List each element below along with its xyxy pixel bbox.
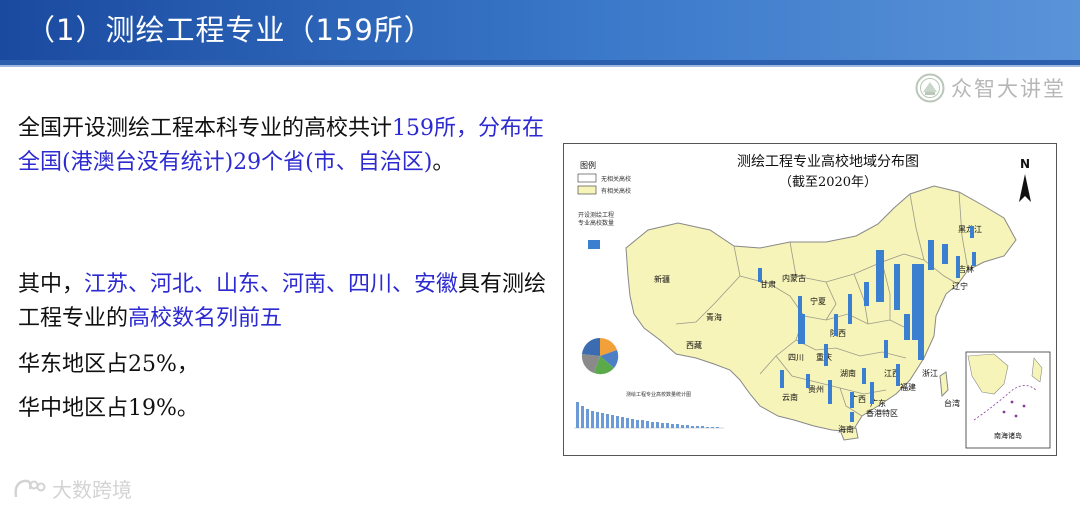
province-label: 台湾	[944, 398, 960, 408]
map-bar	[894, 264, 900, 310]
map-bar	[828, 380, 832, 404]
map-bar	[824, 344, 828, 366]
map-bar	[972, 252, 976, 266]
legend-bar-swatch	[588, 240, 600, 249]
brand-logo: 众智大讲堂	[915, 70, 1066, 106]
summary-paragraph: 全国开设测绘工程本科专业的高校共计159所，分布在全国(港澳台没有统计)29个省…	[18, 112, 548, 180]
watermark-logo-icon	[14, 479, 46, 497]
map-bar	[912, 264, 924, 340]
map-bar	[798, 314, 805, 344]
province-label: 海南	[838, 424, 854, 434]
map-bar	[850, 392, 854, 408]
map-bar	[942, 244, 948, 264]
legend-bar-label-1: 开设测绘工程	[578, 211, 614, 219]
map-bar	[798, 296, 802, 316]
watermark: 大数跨境	[12, 474, 132, 503]
central-china-share: 华中地区占19%。	[18, 396, 199, 421]
map-bar	[970, 226, 974, 238]
map-bar	[876, 250, 884, 302]
province-label: 吉林	[958, 264, 974, 274]
legend-title: 图例	[580, 160, 596, 170]
province-label: 新疆	[654, 274, 670, 284]
small-pie-chart	[581, 337, 619, 375]
page-title: （1）测绘工程专业（159所）	[26, 13, 434, 47]
map-bar	[870, 382, 874, 404]
province-label: 香港特区	[866, 408, 898, 418]
summary-count: 159	[392, 116, 435, 141]
title-bar: （1）测绘工程专业（159所）	[0, 0, 1080, 60]
inset-label: 南海诸岛	[994, 431, 1022, 440]
legend-label-has: 有相关高校	[601, 187, 631, 195]
distribution-map: 测绘工程专业高校地域分布图 （截至2020年） 图例 无相关高校 有相关高校 开…	[563, 143, 1057, 456]
top-five-paragraph: 其中，江苏、河北、山东、河南、四川、安徽具有测绘工程专业的高校数名列前五	[18, 268, 548, 336]
province-label: 福建	[900, 382, 916, 392]
province-label: 宁夏	[810, 296, 826, 306]
province-label: 贵州	[808, 384, 824, 394]
small-chart-title: 测绘工程专业高校数量统计图	[626, 391, 691, 398]
legend-bar-label-2: 专业高校数量	[578, 219, 614, 227]
map-bar	[850, 412, 854, 422]
map-bar	[780, 370, 784, 388]
map-bar	[862, 368, 866, 384]
south-china-sea-inset: 南海诸岛	[965, 351, 1051, 449]
small-bar-chart: 测绘工程专业高校数量统计图	[574, 391, 724, 429]
map-bar	[904, 314, 910, 340]
north-label: N	[1020, 157, 1030, 171]
university-seal-icon	[915, 73, 945, 103]
province-label: 湖南	[840, 368, 856, 378]
north-arrow-icon	[1019, 174, 1031, 202]
map-bar	[918, 340, 924, 360]
map-subtitle: （截至2020年）	[779, 175, 877, 190]
top-five-suffix: 高校数名列前五	[128, 306, 283, 331]
province-label: 浙江	[922, 368, 938, 378]
title-underline-light	[0, 65, 1080, 67]
east-china-share: 华东地区占25%，	[18, 352, 199, 377]
map-title: 测绘工程专业高校地域分布图	[737, 153, 919, 170]
legend-label-none: 无相关高校	[601, 175, 631, 183]
legend-swatch-has	[577, 185, 597, 195]
map-bar	[864, 282, 869, 306]
taiwan-island	[939, 371, 949, 398]
summary-period: 。	[432, 150, 455, 175]
map-bar	[848, 294, 852, 324]
brand-name: 众智大讲堂	[951, 77, 1066, 101]
map-bar	[956, 256, 960, 278]
province-label: 内蒙古	[782, 273, 806, 283]
legend-swatch-none	[577, 173, 597, 183]
summary-provinces: 29个省(市、自治区)	[233, 150, 433, 175]
map-bar	[896, 364, 900, 386]
map-bar	[806, 374, 810, 388]
map-svg: 测绘工程专业高校地域分布图 （截至2020年） 图例 无相关高校 有相关高校 开…	[574, 153, 1051, 449]
map-bar	[884, 340, 888, 358]
watermark-text: 大数跨境	[52, 478, 132, 502]
province-label: 云南	[782, 392, 798, 402]
summary-text-1: 全国开设测绘工程本科专业的高校共计	[18, 116, 393, 141]
map-bar	[928, 240, 934, 270]
top-five-prefix: 其中，	[18, 272, 85, 297]
province-label: 辽宁	[952, 281, 968, 291]
province-label: 青海	[706, 312, 722, 322]
top-five-provinces: 江苏、河北、山东、河南、四川、安徽	[84, 272, 459, 297]
map-bar	[758, 268, 762, 282]
province-label: 甘肃	[760, 279, 776, 289]
map-bar	[834, 314, 838, 336]
province-label: 西藏	[686, 340, 702, 350]
province-label: 四川	[788, 353, 804, 362]
